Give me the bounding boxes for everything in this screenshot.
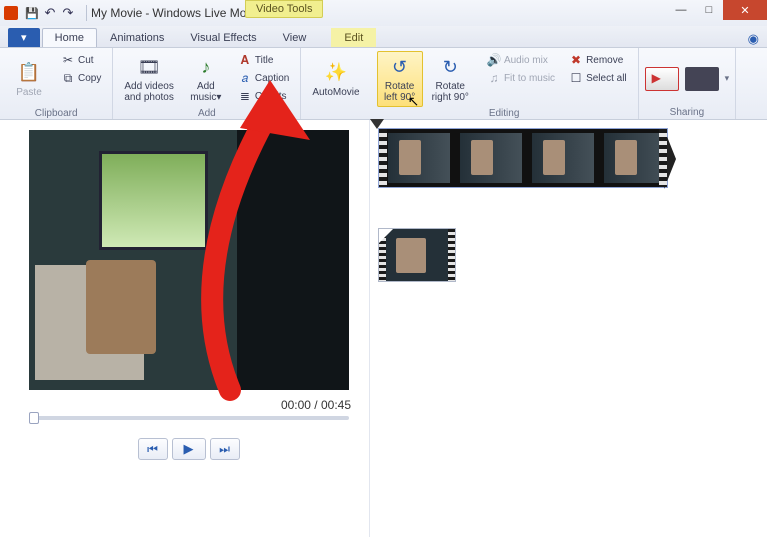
chevron-down-icon[interactable]: ▾ (725, 73, 730, 84)
caption-icon (238, 71, 252, 85)
time-readout: 00:00 / 00:45 (16, 390, 361, 416)
seek-bar[interactable] (29, 416, 349, 420)
group-automovie: AutoMovie (301, 48, 370, 119)
paste-icon (17, 61, 41, 85)
audio-icon (487, 53, 501, 67)
paste-button[interactable]: Paste (6, 51, 52, 107)
media-icon (137, 55, 161, 79)
fit-music-icon (487, 71, 501, 85)
tab-animations[interactable]: Animations (97, 28, 177, 47)
credits-button[interactable]: Credits (233, 87, 294, 105)
separator (86, 5, 87, 21)
document-title: My Movie (91, 6, 142, 20)
minimize-button[interactable]: — (667, 0, 695, 20)
transport-controls: ⏮ ▶ ⏭ (16, 438, 361, 460)
rotate-right-icon (438, 55, 462, 79)
rotate-left-button[interactable]: Rotate left 90° ↖ (377, 51, 423, 107)
main-area: 00:00 / 00:45 ⏮ ▶ ⏭ (0, 120, 767, 537)
automovie-button[interactable]: AutoMovie (307, 51, 364, 107)
title-icon (238, 53, 252, 67)
group-clipboard: Paste Cut Copy Clipboard (0, 48, 113, 119)
clip-thumbnail[interactable] (378, 228, 456, 282)
context-tab-label: Video Tools (245, 0, 323, 18)
storyboard-pane[interactable] (370, 120, 767, 537)
share-youtube-icon[interactable] (645, 67, 679, 91)
wand-icon (324, 61, 348, 85)
seek-thumb[interactable] (29, 412, 39, 424)
timeline-clip[interactable] (378, 128, 668, 188)
redo-icon[interactable] (60, 5, 76, 21)
group-sharing: ▾ Sharing (639, 48, 737, 119)
audio-mix-button[interactable]: Audio mix (482, 51, 560, 69)
close-button[interactable]: ✕ (723, 0, 767, 20)
cut-icon (61, 53, 75, 67)
remove-button[interactable]: Remove (564, 51, 632, 69)
music-icon (194, 55, 218, 79)
ribbon-tabs: ▾ Home Animations Visual Effects View Ed… (0, 26, 767, 48)
maximize-button[interactable]: □ (695, 0, 723, 20)
rotate-right-button[interactable]: Rotate right 90° (427, 51, 474, 107)
fit-to-music-button[interactable]: Fit to music (482, 69, 560, 87)
app-icon (4, 6, 18, 20)
add-music-button[interactable]: Add music▾ (183, 51, 229, 107)
video-frame (29, 130, 349, 390)
copy-button[interactable]: Copy (56, 69, 106, 87)
cursor-icon: ↖ (408, 96, 420, 107)
remove-icon (569, 53, 583, 67)
save-icon[interactable] (24, 5, 40, 21)
select-all-icon (569, 71, 583, 85)
tab-edit[interactable]: Edit (331, 28, 376, 47)
undo-icon[interactable] (42, 5, 58, 21)
quick-access-toolbar (24, 5, 76, 21)
share-device-icon[interactable] (685, 67, 719, 91)
next-frame-button[interactable]: ⏭ (210, 438, 240, 460)
group-add: Add videos and photos Add music▾ Title C… (113, 48, 301, 119)
tab-visual-effects[interactable]: Visual Effects (177, 28, 269, 47)
copy-icon (61, 71, 75, 85)
add-videos-photos-button[interactable]: Add videos and photos (119, 51, 179, 107)
preview-pane: 00:00 / 00:45 ⏮ ▶ ⏭ (0, 120, 370, 537)
tab-home[interactable]: Home (42, 28, 97, 47)
title-bar: My Movie - Windows Live Movie ... Video … (0, 0, 767, 26)
end-marker-icon (664, 129, 676, 189)
window-controls: — □ ✕ (667, 0, 767, 20)
caption-button[interactable]: Caption (233, 69, 294, 87)
play-button[interactable]: ▶ (172, 438, 206, 460)
rotate-left-icon (388, 55, 412, 79)
file-tab[interactable]: ▾ (8, 28, 40, 47)
group-editing: Rotate left 90° ↖ Rotate right 90° Audio… (371, 48, 639, 119)
title-button[interactable]: Title (233, 51, 294, 69)
cut-button[interactable]: Cut (56, 51, 106, 69)
select-all-button[interactable]: Select all (564, 69, 632, 87)
credits-icon (238, 89, 252, 103)
help-icon[interactable]: ◉ (748, 31, 759, 47)
video-preview[interactable] (29, 130, 349, 390)
tab-view[interactable]: View (270, 28, 320, 47)
prev-frame-button[interactable]: ⏮ (138, 438, 168, 460)
ribbon: Paste Cut Copy Clipboard Add videos and … (0, 48, 767, 120)
